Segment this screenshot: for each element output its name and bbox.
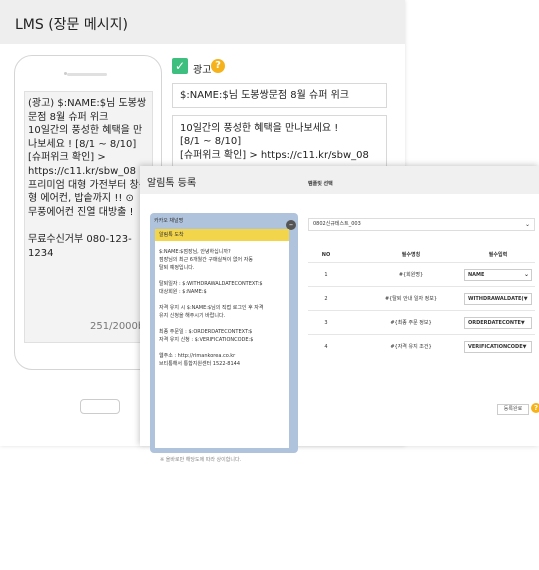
table-row: 3 #{최종 주문 정보} ORDERDATECONTE▼	[308, 310, 535, 334]
kakao-card-text: $:NAME:$점장님, 안녕하십니까? 점장님의 최근 6개월간 구매실적이 …	[159, 249, 264, 367]
kakao-card-head: 알림톡 도착	[155, 229, 289, 241]
kakao-note: ※ 올바로만 해당도에 따라 상이합니다.	[160, 457, 242, 463]
row-no: 1	[324, 272, 328, 278]
header-name: 필수명칭	[401, 252, 421, 258]
template-label: 템플릿 선택	[308, 181, 333, 187]
row-name: #{탈퇴 안내 일자 정보}	[384, 296, 438, 302]
row-value-select[interactable]: VERIFICATIONCODE▼	[464, 341, 532, 353]
kakao-box: 카카오 채널명 – 알림톡 도착 $:NAME:$점장님, 안녕하십니까? 점장…	[150, 213, 298, 453]
panel-header: LMS (장문 메시지)	[0, 0, 405, 44]
row-value: ORDERDATECONTE▼	[468, 320, 525, 326]
row-no: 2	[324, 296, 328, 302]
alimtalk-dialog: 알림톡 등록 카카오 채널명 – 알림톡 도착 $:NAME:$점장님, 안녕하…	[140, 166, 539, 463]
row-value: VERIFICATIONCODE▼	[468, 344, 527, 350]
row-value-select[interactable]: WITHDRAWALDATE(▼	[464, 293, 532, 305]
chevron-down-icon: ⌄	[523, 271, 529, 278]
row-name: #{최종 주문 정보}	[390, 320, 432, 326]
ad-label: 광고	[193, 65, 212, 76]
header-no: NO	[321, 252, 331, 258]
phone-home-button	[80, 399, 120, 414]
kakao-card: 알림톡 도착 $:NAME:$점장님, 안녕하십니까? 점장님의 최근 6개월간…	[155, 229, 289, 448]
row-value-select[interactable]: ORDERDATECONTE▼	[464, 317, 532, 329]
row-no: 4	[324, 344, 328, 350]
table-row: 2 #{탈퇴 안내 일자 정보} WITHDRAWALDATE(▼	[308, 286, 535, 310]
kakao-channel-name: 카카오 채널명	[154, 218, 184, 224]
phone-speaker	[67, 73, 107, 76]
help-icon[interactable]: ?	[211, 59, 225, 73]
table-row: 4 #{자격 유지 조건} VERIFICATIONCODE▼	[308, 334, 535, 358]
row-value-select[interactable]: NAME ⌄	[464, 269, 532, 281]
kakao-preview: 카카오 채널명 – 알림톡 도착 $:NAME:$점장님, 안녕하십니까? 점장…	[150, 213, 298, 570]
row-no: 3	[324, 320, 328, 326]
phone-preview-text: (광고) $:NAME:$님 도봉쌍문점 8월 슈퍼 위크 10일간의 풍성한 …	[28, 98, 148, 259]
ad-checkbox[interactable]: ✓	[172, 58, 188, 74]
dialog-title: 알림톡 등록	[147, 178, 197, 189]
template-select[interactable]: 0802신규테스트_003 ⌄	[308, 218, 535, 231]
help-icon[interactable]: ?	[531, 403, 539, 413]
template-select-value: 0802신규테스트_003	[313, 221, 361, 227]
chevron-down-icon: ⌄	[524, 221, 530, 228]
confirm-button[interactable]: 등록완료	[497, 404, 529, 415]
row-value: WITHDRAWALDATE(▼	[468, 296, 528, 302]
table-row: 1 #{회원명} NAME ⌄	[308, 262, 535, 286]
page-title: LMS (장문 메시지)	[15, 17, 128, 33]
row-name: #{자격 유지 조건}	[390, 344, 432, 350]
row-value: NAME	[468, 272, 485, 278]
dialog-header: 알림톡 등록	[140, 166, 539, 194]
row-name: #{회원명}	[398, 272, 424, 278]
header-value: 필수입력	[488, 252, 508, 258]
subject-input[interactable]: $:NAME:$님 도봉쌍문점 8월 슈퍼 위크	[172, 83, 387, 108]
table-header: NO 필수명칭 필수입력	[308, 250, 535, 260]
